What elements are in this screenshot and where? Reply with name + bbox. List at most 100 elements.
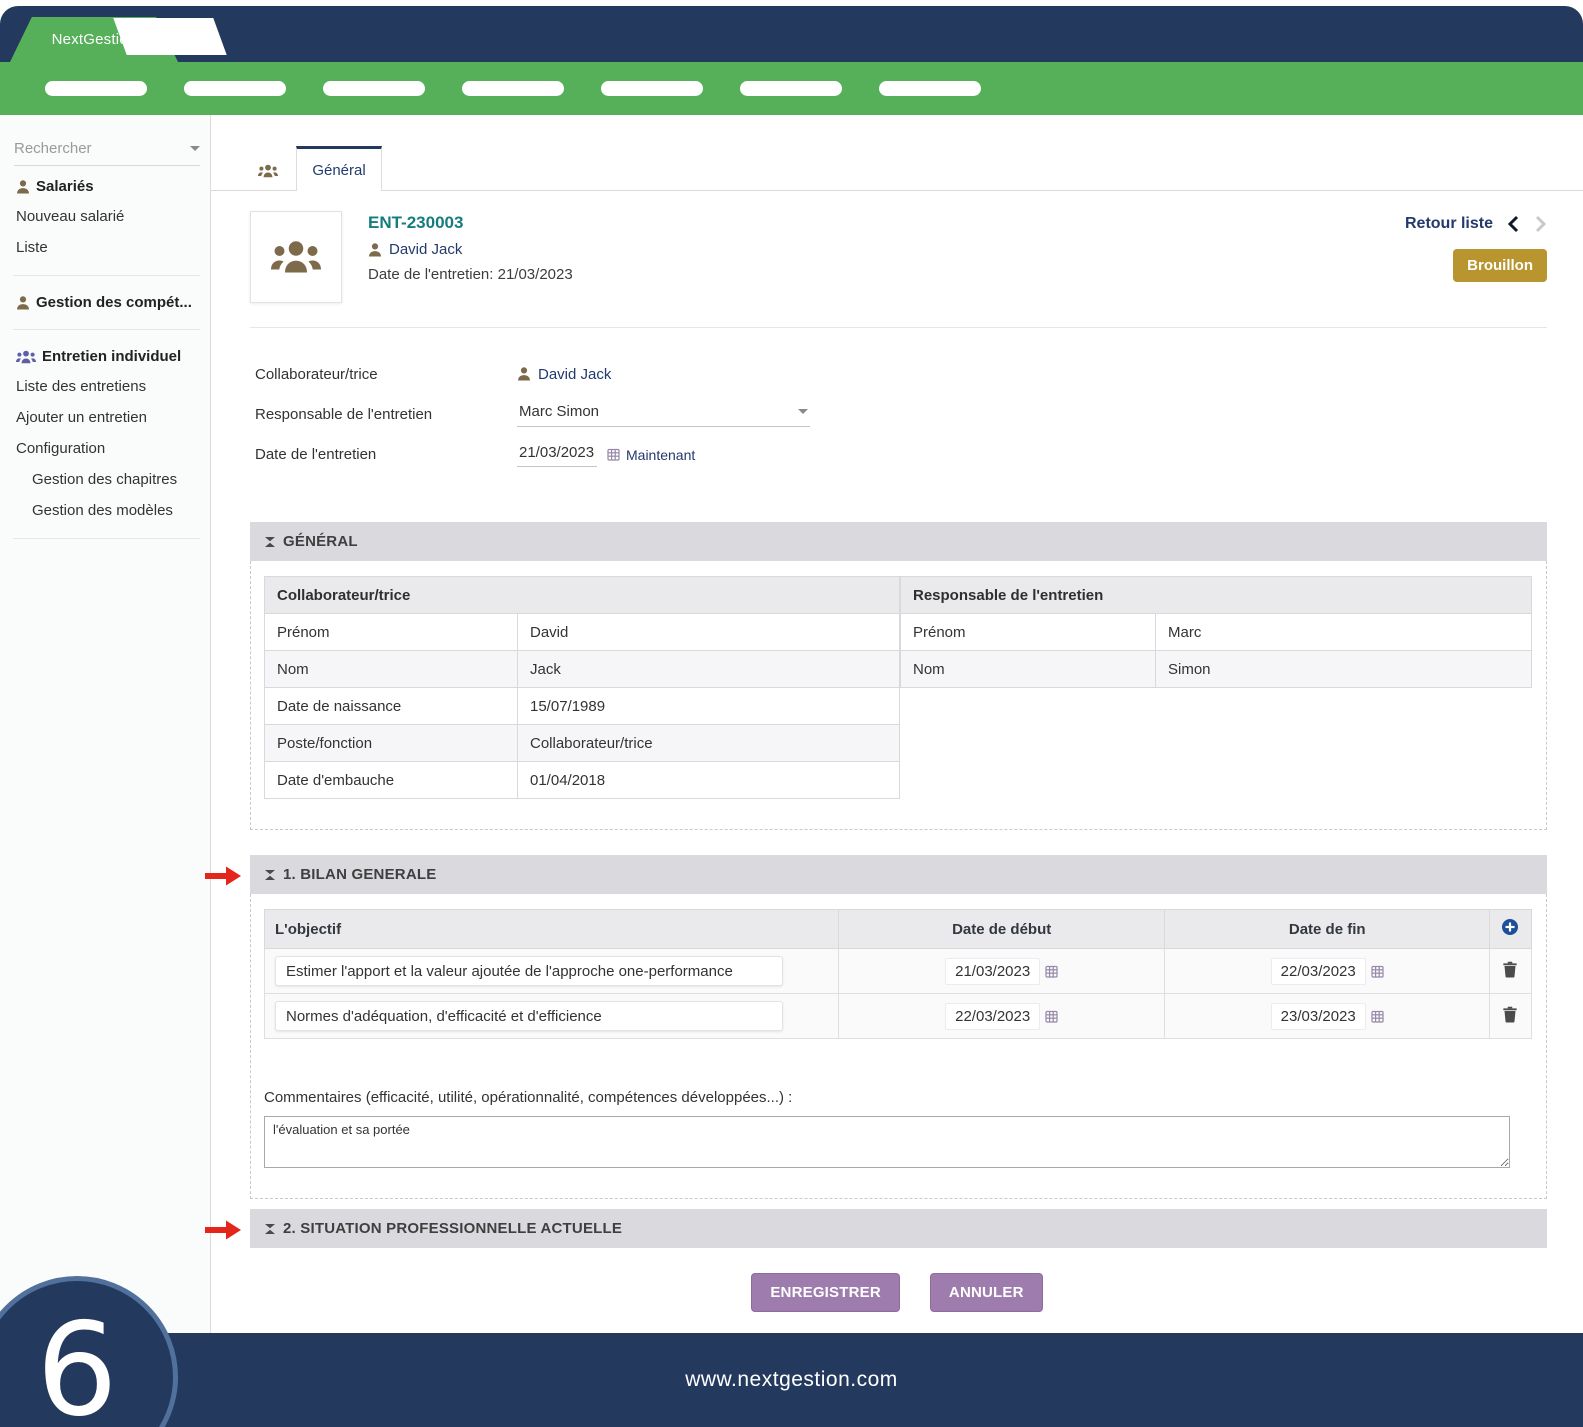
- section-header-situation[interactable]: 2. SITUATION PROFESSIONNELLE ACTUELLE: [250, 1209, 1547, 1248]
- nav-menu-item-redacted[interactable]: [184, 81, 286, 96]
- table-row: Prénom Marc: [901, 614, 1532, 651]
- section-title: GÉNÉRAL: [283, 533, 358, 550]
- cell-label: Nom: [901, 651, 1156, 688]
- trash-icon: [1502, 961, 1518, 978]
- objective-input[interactable]: [275, 956, 783, 986]
- nav-menu-item-redacted[interactable]: [879, 81, 981, 96]
- section-title: 2. SITUATION PROFESSIONNELLE ACTUELLE: [283, 1220, 622, 1237]
- back-to-list-link[interactable]: Retour liste: [1405, 215, 1493, 233]
- calendar-icon[interactable]: [1045, 965, 1058, 978]
- sidebar-item-entretien-individuel[interactable]: Entretien individuel: [0, 342, 210, 371]
- step-number: 6: [36, 1296, 117, 1427]
- annotation-arrow: [205, 864, 241, 888]
- entity-date-line: Date de l'entretien: 21/03/2023: [368, 266, 573, 283]
- sidebar-item-nouveau-salarie[interactable]: Nouveau salarié: [0, 201, 210, 232]
- annotation-arrow: [205, 1218, 241, 1242]
- add-row-button[interactable]: [1501, 918, 1519, 936]
- avatar: [250, 211, 342, 303]
- group-icon: [258, 164, 278, 178]
- chevron-left-icon[interactable]: [1507, 215, 1520, 233]
- tab-general[interactable]: Général: [296, 146, 382, 191]
- table-header: Collaborateur/trice: [265, 577, 900, 614]
- objective-row: 21/03/2023 22/03/2023: [265, 949, 1532, 994]
- start-date-value[interactable]: 22/03/2023: [945, 1003, 1040, 1030]
- section-header-general[interactable]: GÉNÉRAL: [250, 522, 1547, 561]
- sidebar-item-liste[interactable]: Liste: [0, 232, 210, 263]
- search-placeholder: Rechercher: [14, 140, 92, 157]
- sidebar-item-liste-entretiens[interactable]: Liste des entretiens: [0, 371, 210, 402]
- table-row: Poste/fonction Collaborateur/trice: [265, 725, 900, 762]
- now-link[interactable]: Maintenant: [626, 447, 695, 463]
- end-date-value[interactable]: 23/03/2023: [1271, 1003, 1366, 1030]
- divider: [250, 327, 1547, 328]
- sidebar-item-ajouter-entretien[interactable]: Ajouter un entretien: [0, 402, 210, 433]
- interview-date-label: Date de l'entretien: [255, 446, 517, 463]
- cell-label: Date de naissance: [265, 688, 518, 725]
- cell-value: 15/07/1989: [518, 688, 900, 725]
- manager-select[interactable]: Marc Simon: [517, 401, 810, 427]
- calendar-icon[interactable]: [1045, 1010, 1058, 1023]
- divider: [13, 275, 200, 276]
- chevron-right-icon[interactable]: [1534, 215, 1547, 233]
- section-body-bilan: L'objectif Date de début Date de fin: [250, 894, 1547, 1199]
- save-button[interactable]: ENREGISTRER: [751, 1273, 900, 1312]
- cell-label: Prénom: [901, 614, 1156, 651]
- section-body-general: Collaborateur/trice Prénom David Nom Jac…: [250, 561, 1547, 830]
- collapse-icon: [264, 1223, 276, 1235]
- footer-bar: www.nextgestion.com: [0, 1333, 1583, 1427]
- table-row: Date de naissance 15/07/1989: [265, 688, 900, 725]
- main-content: Général ENT-230003 David Jack Date de l'…: [211, 115, 1583, 1333]
- delete-row-button[interactable]: [1502, 961, 1518, 978]
- search-input[interactable]: Rechercher: [14, 140, 200, 166]
- nav-menu-item-redacted[interactable]: [740, 81, 842, 96]
- footer-website: www.nextgestion.com: [685, 1368, 898, 1392]
- person-icon: [16, 296, 30, 310]
- chevron-down-icon: [798, 409, 808, 414]
- interview-date-input[interactable]: [517, 442, 597, 467]
- nav-menu-item-redacted[interactable]: [45, 81, 147, 96]
- cell-label: Poste/fonction: [265, 725, 518, 762]
- objectives-table: L'objectif Date de début Date de fin: [264, 909, 1532, 1039]
- calendar-icon[interactable]: [607, 448, 620, 461]
- delete-row-button[interactable]: [1502, 1006, 1518, 1023]
- sidebar-item-gestion-chapitres[interactable]: Gestion des chapitres: [0, 464, 210, 495]
- sidebar-item-gestion-modeles[interactable]: Gestion des modèles: [0, 495, 210, 526]
- table-header: Responsable de l'entretien: [901, 577, 1532, 614]
- group-icon: [16, 350, 36, 364]
- sidebar-item-label: Gestion des compét...: [36, 294, 192, 311]
- sidebar: Rechercher Salariés Nouveau salarié List…: [0, 115, 211, 1333]
- sidebar-item-configuration[interactable]: Configuration: [0, 433, 210, 464]
- cell-value: Simon: [1156, 651, 1532, 688]
- column-header-end-date: Date de fin: [1165, 910, 1490, 949]
- cell-label: Prénom: [265, 614, 518, 651]
- person-icon: [16, 180, 30, 194]
- manager-label: Responsable de l'entretien: [255, 406, 517, 423]
- nav-menu-item-redacted[interactable]: [462, 81, 564, 96]
- cancel-button[interactable]: ANNULER: [930, 1273, 1043, 1312]
- start-date-value[interactable]: 21/03/2023: [945, 958, 1040, 985]
- header-tab-redacted: [113, 18, 226, 55]
- group-icon: [271, 239, 321, 275]
- entity-name-row: David Jack: [368, 241, 573, 258]
- collaborator-value: David Jack: [517, 366, 611, 383]
- trash-icon: [1502, 1006, 1518, 1023]
- collapse-icon: [264, 536, 276, 548]
- column-header-start-date: Date de début: [838, 910, 1165, 949]
- calendar-icon[interactable]: [1371, 1010, 1384, 1023]
- nav-menu-item-redacted[interactable]: [323, 81, 425, 96]
- calendar-icon[interactable]: [1371, 965, 1384, 978]
- entity-name: David Jack: [389, 241, 462, 258]
- plus-icon: [1501, 918, 1519, 936]
- status-badge: Brouillon: [1453, 249, 1547, 282]
- nav-menu-item-redacted[interactable]: [601, 81, 703, 96]
- manager-table: Responsable de l'entretien Prénom Marc N…: [900, 576, 1532, 688]
- person-icon: [517, 367, 531, 381]
- chevron-down-icon: [190, 146, 200, 151]
- sidebar-item-salaries[interactable]: Salariés: [0, 172, 210, 201]
- end-date-value[interactable]: 22/03/2023: [1271, 958, 1366, 985]
- cell-value: Marc: [1156, 614, 1532, 651]
- objective-input[interactable]: [275, 1001, 783, 1031]
- comments-textarea[interactable]: l'évaluation et sa portée: [264, 1116, 1510, 1168]
- section-header-bilan[interactable]: 1. BILAN GENERALE: [250, 855, 1547, 894]
- sidebar-item-gestion-competences[interactable]: Gestion des compét...: [0, 288, 210, 317]
